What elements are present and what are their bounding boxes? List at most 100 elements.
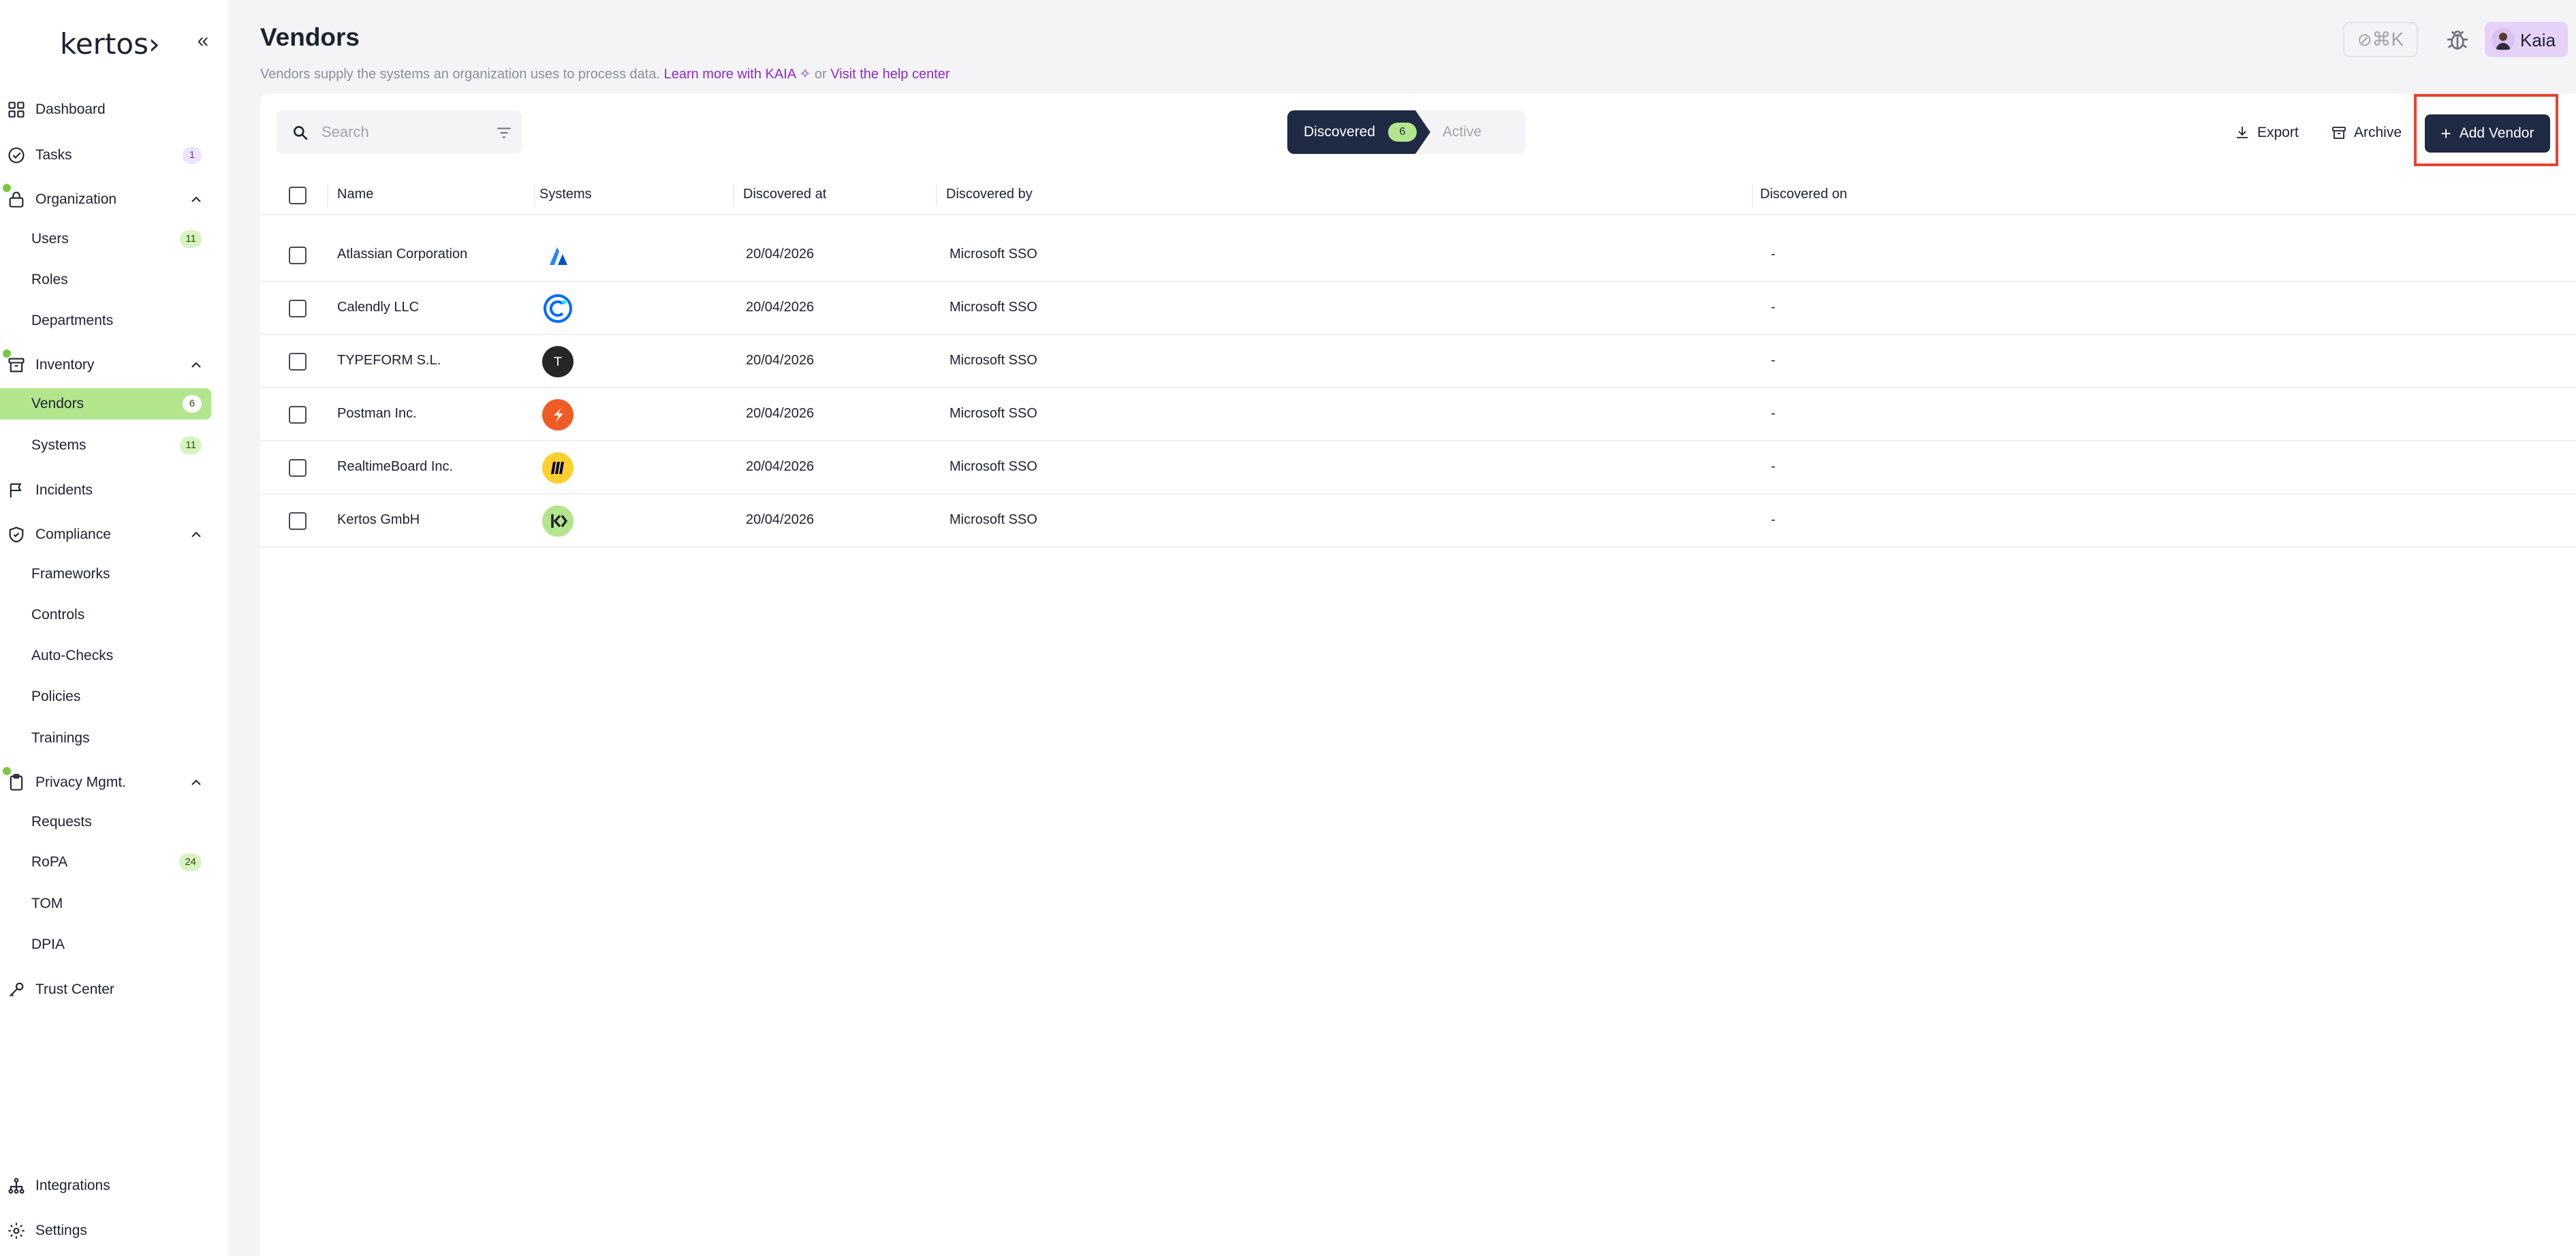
column-header-name[interactable]: Name — [337, 187, 373, 202]
table-row[interactable]: RealtimeBoard Inc. 20/04/2026 Microsoft … — [260, 441, 2576, 494]
sidebar-item-label: RoPA — [31, 854, 68, 870]
add-vendor-button[interactable]: + Add Vendor — [2425, 114, 2550, 153]
sidebar-item-ropa[interactable]: RoPA 24 — [0, 847, 211, 878]
column-divider — [327, 184, 328, 207]
column-header-discovered-at[interactable]: Discovered at — [743, 187, 826, 202]
chevron-up-icon[interactable] — [188, 774, 204, 791]
sidebar-item-systems[interactable]: Systems 11 — [0, 430, 211, 461]
chevron-up-icon[interactable] — [188, 357, 204, 373]
sidebar-item-label: Users — [31, 231, 69, 247]
logo-chevron: › — [148, 27, 160, 61]
filter-icon[interactable] — [494, 124, 514, 142]
row-checkbox[interactable] — [289, 353, 307, 371]
column-header-systems[interactable]: Systems — [539, 187, 592, 202]
vendor-name: Atlassian Corporation — [337, 247, 468, 262]
sidebar-item-vendors[interactable]: Vendors 6 — [0, 388, 211, 420]
sidebar-item-label: Systems — [31, 437, 87, 453]
vendor-name: Kertos GmbH — [337, 512, 420, 527]
sidebar-item-frameworks[interactable]: Frameworks — [0, 559, 211, 590]
sidebar-item-departments[interactable]: Departments — [0, 305, 211, 336]
sidebar-item-requests[interactable]: Requests — [0, 806, 211, 838]
row-checkbox[interactable] — [289, 406, 307, 424]
discovered-on: - — [1771, 512, 1776, 527]
table-row[interactable]: Calendly LLC 20/04/2026 Microsoft SSO - — [260, 282, 2576, 335]
column-divider — [1752, 184, 1753, 207]
sidebar-item-integrations[interactable]: Integrations — [0, 1170, 211, 1202]
systems-count-badge: 11 — [180, 437, 202, 454]
sidebar-item-trainings[interactable]: Trainings — [0, 723, 211, 754]
sidebar-item-dashboard[interactable]: Dashboard — [0, 94, 211, 125]
archive-button[interactable]: Archive — [2331, 121, 2402, 144]
discovered-on: - — [1771, 353, 1776, 368]
sidebar-item-label: Trust Center — [35, 982, 114, 997]
kertos-logo[interactable]: kertos› — [60, 27, 160, 61]
clipboard-icon — [7, 773, 26, 792]
sidebar-item-incidents[interactable]: Incidents — [0, 475, 211, 506]
select-all-checkbox[interactable] — [289, 187, 307, 204]
search-input[interactable] — [321, 120, 458, 144]
archive-box-icon — [7, 356, 26, 375]
sidebar-item-dpia[interactable]: DPIA — [0, 929, 211, 960]
user-name: Kaia — [2520, 30, 2556, 50]
tab-discovered[interactable]: Discovered 6 — [1287, 110, 1430, 154]
chevron-up-icon[interactable] — [188, 527, 204, 543]
user-menu[interactable]: Kaia — [2485, 22, 2568, 57]
sidebar-item-organization[interactable]: Organization — [0, 184, 211, 215]
row-checkbox[interactable] — [289, 512, 307, 530]
sidebar-item-label: Organization — [35, 191, 117, 207]
column-header-discovered-on[interactable]: Discovered on — [1760, 187, 1847, 202]
calendly-logo-icon — [542, 293, 574, 324]
discovered-at: 20/04/2026 — [746, 406, 815, 421]
sidebar-item-label: TOM — [31, 896, 63, 911]
sidebar-item-auto-checks[interactable]: Auto-Checks — [0, 640, 211, 672]
sidebar-item-label: Policies — [31, 689, 81, 704]
row-checkbox[interactable] — [289, 459, 307, 477]
chevron-up-icon[interactable] — [188, 191, 204, 208]
kertos-logo-icon — [542, 505, 574, 537]
command-palette-button[interactable]: ⊘⌘K — [2343, 22, 2418, 57]
or-text: or — [814, 67, 827, 82]
tab-discovered-label: Discovered — [1304, 124, 1376, 140]
tab-active[interactable]: Active — [1443, 124, 1481, 140]
export-button[interactable]: Export — [2234, 121, 2299, 144]
sidebar-item-roles[interactable]: Roles — [0, 264, 211, 296]
sidebar-item-controls[interactable]: Controls — [0, 599, 211, 631]
table-row[interactable]: Kertos GmbH 20/04/2026 Microsoft SSO - — [260, 494, 2576, 548]
learn-more-kaia-link[interactable]: Learn more with KAIA ✧ — [664, 67, 811, 82]
miro-logo-icon — [542, 452, 574, 484]
sidebar-item-compliance[interactable]: Compliance — [0, 519, 211, 550]
sidebar-item-trust-center[interactable]: Trust Center — [0, 974, 211, 1005]
table-row[interactable]: Atlassian Corporation 20/04/2026 Microso… — [260, 229, 2576, 282]
search-box[interactable] — [277, 110, 522, 154]
page-title: Vendors — [260, 23, 360, 51]
page-subtitle: Vendors supply the systems an organizati… — [260, 65, 950, 82]
sidebar-item-privacy-mgmt[interactable]: Privacy Mgmt. — [0, 767, 211, 798]
logo-row: kertos› « — [0, 23, 227, 64]
sidebar-item-label: Privacy Mgmt. — [35, 774, 127, 790]
discovered-at: 20/04/2026 — [746, 459, 815, 474]
discovered-at: 20/04/2026 — [746, 247, 815, 262]
sidebar-item-inventory[interactable]: Inventory — [0, 349, 211, 381]
row-checkbox[interactable] — [289, 300, 307, 317]
sidebar-item-label: Compliance — [35, 527, 111, 542]
help-center-link[interactable]: Visit the help center — [830, 67, 949, 82]
key-icon — [7, 980, 26, 999]
sidebar-item-label: Controls — [31, 607, 85, 623]
search-icon — [294, 126, 308, 140]
column-header-discovered-by[interactable]: Discovered by — [946, 187, 1033, 202]
sidebar-item-tom[interactable]: TOM — [0, 888, 211, 920]
bug-report-icon[interactable] — [2444, 26, 2471, 53]
shield-check-icon — [7, 525, 26, 544]
sidebar-item-policies[interactable]: Policies — [0, 681, 211, 712]
row-checkbox[interactable] — [289, 247, 307, 264]
column-divider — [936, 184, 937, 207]
status-tabs: Discovered 6 Active — [1287, 110, 1526, 154]
table-row[interactable]: TYPEFORM S.L. T 20/04/2026 Microsoft SSO… — [260, 335, 2576, 388]
collapse-sidebar-button[interactable]: « — [191, 29, 215, 53]
discovered-at: 20/04/2026 — [746, 353, 815, 368]
sidebar-item-tasks[interactable]: Tasks 1 — [0, 140, 211, 171]
table-row[interactable]: Postman Inc. 20/04/2026 Microsoft SSO - — [260, 388, 2576, 441]
sidebar-item-settings[interactable]: Settings — [0, 1215, 211, 1246]
sidebar-item-users[interactable]: Users 11 — [0, 223, 211, 255]
vendors-count-badge: 6 — [183, 395, 202, 413]
